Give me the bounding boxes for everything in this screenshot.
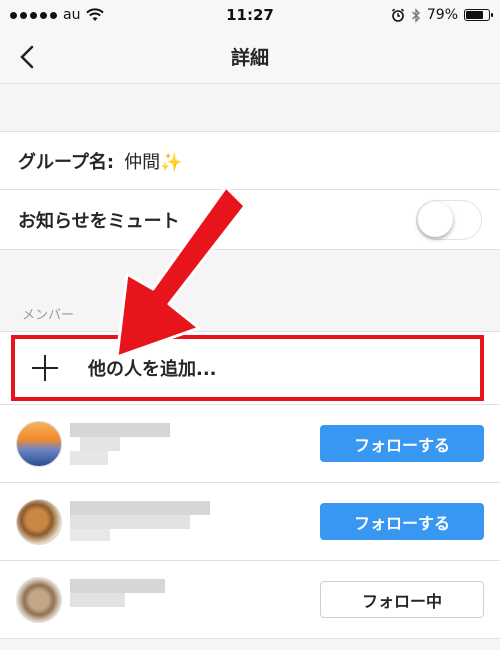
member-row[interactable]: フォローする xyxy=(0,483,500,561)
plus-icon xyxy=(32,355,58,381)
chevron-left-icon xyxy=(20,45,34,69)
battery-icon xyxy=(464,9,493,21)
group-name-value: 仲間✨ xyxy=(124,151,183,173)
member-row[interactable]: フォローする xyxy=(0,405,500,483)
carrier-label: au xyxy=(63,7,81,23)
status-right: 79% xyxy=(391,7,493,23)
alarm-icon xyxy=(391,8,404,22)
dog-avatar[interactable] xyxy=(16,498,62,545)
highlight-frame xyxy=(11,335,484,401)
group-name-row[interactable]: グループ名: 仲間✨ xyxy=(0,132,500,190)
mute-toggle[interactable] xyxy=(416,199,482,240)
mute-row: お知らせをミュート xyxy=(0,190,500,250)
group-name-label: グループ名: xyxy=(18,151,115,173)
toggle-knob xyxy=(418,201,453,237)
section-spacer-2 xyxy=(0,250,500,295)
cat-avatar[interactable] xyxy=(16,576,62,623)
signal-icon xyxy=(10,11,57,19)
bluetooth-icon xyxy=(411,7,420,23)
members-header: メンバー xyxy=(0,295,500,332)
following-button[interactable]: フォロー中 xyxy=(320,581,484,618)
member-row[interactable]: フォロー中 xyxy=(0,561,500,639)
page-title: 詳細 xyxy=(230,47,269,69)
blurred-username xyxy=(70,499,220,545)
add-member-label: 他の人を追加... xyxy=(88,359,217,380)
blurred-username xyxy=(70,421,220,467)
mute-label: お知らせをミュート xyxy=(18,210,180,232)
sunset-avatar[interactable] xyxy=(16,420,62,467)
status-left: au xyxy=(10,7,105,23)
status-bar: au 11:27 79% xyxy=(0,0,500,30)
following-button-label: フォロー中 xyxy=(361,591,442,611)
follow-button-label: フォローする xyxy=(353,513,450,533)
battery-percent: 79% xyxy=(426,7,458,23)
nav-bar: 詳細 xyxy=(0,30,500,84)
follow-button-label: フォローする xyxy=(353,435,450,455)
follow-button[interactable]: フォローする xyxy=(320,503,484,540)
back-button[interactable] xyxy=(12,42,42,72)
wifi-icon xyxy=(86,8,105,21)
add-member-button[interactable]: 他の人を追加... xyxy=(0,332,500,405)
follow-button[interactable]: フォローする xyxy=(320,425,484,462)
blurred-username xyxy=(70,577,220,623)
section-spacer xyxy=(0,84,500,132)
